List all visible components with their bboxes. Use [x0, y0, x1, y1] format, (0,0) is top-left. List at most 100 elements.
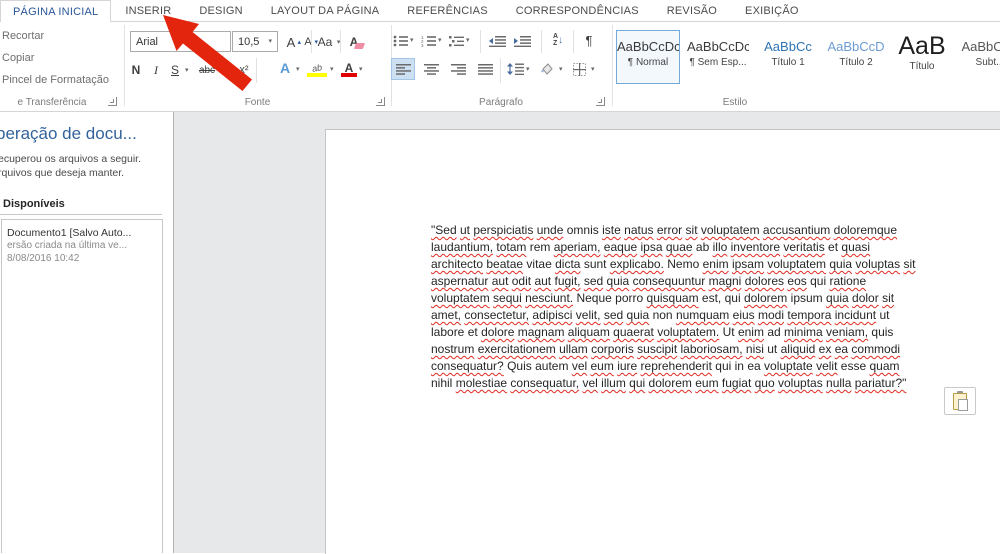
word: ea [747, 359, 760, 373]
misspelled-word: voluptatem. [657, 325, 719, 339]
misspelled-word: vel [572, 359, 587, 373]
font-dialog-launcher-icon[interactable] [376, 97, 385, 106]
misspelled-word: voluptatem [767, 257, 826, 271]
cut-button[interactable]: Recortar [2, 30, 44, 42]
chevron-down-icon[interactable]: ▾ [185, 67, 189, 74]
style-card-t-tulo[interactable]: AaBTítulo [892, 30, 952, 84]
word: labore [431, 325, 464, 339]
misspelled-word: perspiciatis [473, 223, 533, 237]
highlight-color-button[interactable]: ab [306, 58, 328, 78]
font-name-combobox[interactable]: Arial [130, 31, 231, 52]
document-page[interactable]: "Sed ut perspiciatis unde omnis iste nat… [325, 129, 1000, 554]
italic-button[interactable]: I [149, 60, 163, 80]
line-spacing-button[interactable] [505, 58, 525, 80]
tab-revis-o[interactable]: REVISÃO [653, 0, 731, 21]
button-separator [573, 30, 574, 53]
document-line: amet, consectetur, adipisci velit, sed q… [431, 307, 915, 324]
word: nihil [431, 376, 452, 390]
align-right-button[interactable] [446, 58, 470, 80]
copy-button[interactable]: Copiar [2, 52, 34, 64]
bullets-button[interactable] [392, 31, 410, 51]
strikethrough-button[interactable]: abc [196, 60, 218, 80]
numbering-button[interactable]: 1 2 3 [420, 31, 438, 51]
misspelled-word: quae [666, 240, 693, 254]
tab-correspond-ncias[interactable]: CORRESPONDÊNCIAS [502, 0, 653, 21]
chevron-down-icon[interactable]: ▾ [296, 66, 300, 73]
style-label: Subt... [959, 57, 1000, 68]
chevron-down-icon[interactable]: ▾ [591, 66, 595, 73]
style-card--normal[interactable]: AaBbCcDc¶ Normal [616, 30, 680, 84]
sort-button[interactable]: AZ ↓ [548, 30, 568, 50]
tab-refer-ncias[interactable]: REFERÊNCIAS [393, 0, 501, 21]
clipboard-group-label: e Transferência [0, 97, 104, 108]
tab-p-gina-inicial[interactable]: PÁGINA INICIAL [0, 0, 111, 22]
superscript-button[interactable]: x² [236, 60, 252, 80]
misspelled-word: quaerat [613, 325, 654, 339]
document-line: consequatur? Quis autem vel eum iure rep… [431, 358, 915, 375]
style-preview: AaB [893, 32, 951, 61]
increase-indent-button[interactable] [512, 31, 532, 51]
chevron-down-icon[interactable]: ▾ [466, 37, 470, 44]
chevron-down-icon[interactable]: ▾ [359, 66, 363, 73]
clipboard-dialog-launcher-icon[interactable] [108, 97, 117, 106]
misspelled-word: aut [492, 274, 509, 288]
misspelled-word: voluptatem [701, 223, 760, 237]
shading-button[interactable] [536, 58, 558, 80]
document-text[interactable]: "Sed ut perspiciatis unde omnis iste nat… [431, 222, 915, 392]
misspelled-word: illo [713, 240, 728, 254]
show-marks-button[interactable]: ¶ [580, 30, 598, 50]
style-card--sem-esp-[interactable]: AaBbCcDc¶ Sem Esp... [686, 30, 750, 84]
style-card-t-tulo-2[interactable]: AaBbCcDTítulo 2 [826, 30, 886, 84]
clear-formatting-button[interactable]: A [344, 32, 364, 52]
style-card-subt-[interactable]: AaBbCcDSubt... [958, 30, 1000, 84]
chevron-down-icon[interactable]: ▾ [438, 37, 442, 44]
align-left-button[interactable] [391, 58, 415, 80]
misspelled-word: voluptas [855, 257, 900, 271]
underline-button[interactable]: S [168, 60, 182, 80]
document-line: labore et dolore magnam aliquam quaerat … [431, 324, 915, 341]
ribbon: Recortar Copiar Pincel de Formatação e T… [0, 22, 1000, 112]
document-recovery-pane: peração de docu... ecuperou os arquivos … [0, 112, 174, 553]
multilevel-list-button[interactable] [448, 31, 466, 51]
decrease-indent-button[interactable] [487, 31, 507, 51]
bold-button[interactable]: N [128, 60, 144, 80]
chevron-down-icon[interactable]: ▾ [330, 66, 334, 73]
change-case-button[interactable]: Aa ▾ [316, 32, 342, 52]
chevron-down-icon[interactable]: ▾ [559, 66, 563, 73]
subscript-button[interactable]: x₂ [218, 60, 234, 80]
tab-layout-da-p-gina[interactable]: LAYOUT DA PÁGINA [257, 0, 394, 21]
paste-options-button[interactable] [944, 387, 976, 415]
misspelled-word: corporis [591, 342, 634, 356]
misspelled-word: velit [816, 359, 837, 373]
misspelled-word: quia [829, 257, 852, 271]
style-preview: AaBbCc [757, 39, 819, 54]
styles-group-label: Estilo [700, 97, 770, 108]
justify-button[interactable] [473, 58, 497, 80]
button-separator [480, 30, 481, 53]
tab-inserir[interactable]: INSERIR [111, 0, 185, 21]
text-effects-button[interactable]: A [276, 58, 294, 78]
paragraph-dialog-launcher-icon[interactable] [596, 97, 605, 106]
chevron-down-icon[interactable]: ▾ [526, 66, 530, 73]
grow-font-button[interactable]: A ▴ [283, 32, 299, 52]
misspelled-word: quasi [841, 240, 870, 254]
button-separator [256, 58, 257, 83]
word: qui [810, 274, 826, 288]
misspelled-word: error [657, 223, 682, 237]
tab-design[interactable]: DESIGN [185, 0, 256, 21]
chevron-down-icon[interactable]: ▾ [410, 37, 414, 44]
format-painter-button[interactable]: Pincel de Formatação [2, 74, 109, 86]
style-card-t-tulo-1[interactable]: AaBbCcTítulo 1 [756, 30, 820, 84]
font-color-button[interactable]: A [340, 58, 358, 78]
borders-button[interactable] [568, 58, 590, 80]
style-preview: AaBbCcD [827, 39, 885, 54]
misspelled-word: sit [882, 291, 894, 305]
shrink-font-button[interactable]: A ▾ [300, 32, 316, 52]
font-size-combobox[interactable]: 10,5 ▾ [232, 31, 278, 52]
button-separator [500, 58, 501, 83]
misspelled-word: quam [869, 359, 899, 373]
misspelled-word: pariatur?" [855, 376, 907, 390]
recovered-file-item[interactable]: Documento1 [Salvo Auto... [7, 227, 131, 239]
tab-exibi-o[interactable]: EXIBIÇÃO [731, 0, 813, 21]
align-center-button[interactable] [419, 58, 443, 80]
